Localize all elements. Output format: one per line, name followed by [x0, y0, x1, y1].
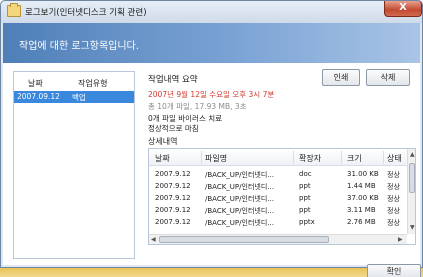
horizontal-scrollbar[interactable]: ◀ ▶: [149, 234, 407, 244]
cell-date: 2007.9.12: [155, 218, 191, 226]
cell-size: 31.00 KB: [347, 170, 379, 178]
footer-strip: [0, 268, 423, 277]
column-header-size[interactable]: 크기: [347, 153, 362, 164]
cell-size: 3.11 MB: [347, 206, 376, 214]
column-header-date[interactable]: 날짜: [28, 78, 43, 89]
cell-extension: ppt: [299, 182, 311, 190]
cell-date: 2007.9.12: [155, 194, 191, 202]
scroll-left-icon[interactable]: ◀: [151, 236, 156, 243]
column-header-filename[interactable]: 파일명: [205, 153, 227, 164]
column-header-job-type[interactable]: 작업유형: [78, 78, 107, 89]
cell-status: 정상: [387, 195, 400, 203]
cell-filename: /BACK_UP/인터넷디...: [205, 171, 274, 179]
summary-title: 작업내역 요약: [148, 75, 198, 85]
scroll-down-icon[interactable]: ▼: [410, 224, 415, 231]
table-row[interactable]: 2007.9.12 /BACK_UP/인터넷디... ppt 37.00 KB …: [149, 193, 407, 205]
cell-status: 정상: [387, 207, 400, 215]
cell-filename: /BACK_UP/인터넷디...: [205, 183, 274, 191]
column-divider[interactable]: [341, 151, 342, 164]
cell-status: 정상: [387, 171, 400, 179]
cell-extension: doc: [299, 170, 312, 178]
cell-filename: /BACK_UP/인터넷디...: [205, 195, 274, 203]
vertical-scrollbar[interactable]: ▲ ▼: [407, 149, 415, 234]
list-item-type: 백업: [72, 93, 86, 102]
table-row[interactable]: 2007.9.12 /BACK_UP/인터넷디... ppt 1.44 MB 정…: [149, 181, 407, 193]
table-row[interactable]: 2007.9.12 /BACK_UP/인터넷디... pptx 2.76 MB …: [149, 217, 407, 229]
column-divider[interactable]: [201, 151, 202, 164]
cell-date: 2007.9.12: [155, 182, 191, 190]
cell-extension: pptx: [299, 218, 315, 226]
cell-filename: /BACK_UP/인터넷디...: [205, 219, 274, 227]
cell-status: 정상: [387, 183, 400, 191]
scroll-up-icon[interactable]: ▲: [410, 151, 415, 158]
details-table: 날짜 파일명 확장자 크기 상태 2007.9.12 /BACK_UP/인터넷디…: [148, 148, 416, 245]
details-title: 상세내역: [148, 137, 178, 146]
column-divider[interactable]: [383, 151, 384, 164]
confirm-button[interactable]: 확인: [367, 264, 421, 277]
header-text: 작업에 대한 로그항목입니다.: [19, 41, 139, 52]
table-row[interactable]: 2007.9.12 /BACK_UP/인터넷디... ppt 3.11 MB 정…: [149, 205, 407, 217]
cell-date: 2007.9.12: [155, 170, 191, 178]
list-item-date: 2007.09.12: [17, 92, 60, 101]
cell-extension: ppt: [299, 194, 311, 202]
details-header-row: 날짜 파일명 확장자 크기 상태: [149, 149, 407, 166]
table-row[interactable]: 2007.9.12 /BACK_UP/인터넷디... doc 31.00 KB …: [149, 169, 407, 181]
vertical-scroll-thumb[interactable]: [409, 163, 415, 193]
summary-result: 정상적으로 마침: [148, 124, 199, 133]
summary-time: 2007년 9월 12일 수요일 오후 3시 7분: [148, 90, 275, 99]
job-list[interactable]: 날짜 작업유형 2007.09.12 백업: [13, 71, 135, 259]
cell-size: 2.76 MB: [347, 218, 376, 226]
list-item[interactable]: 2007.09.12 백업: [14, 91, 134, 103]
scroll-right-icon[interactable]: ▶: [398, 236, 403, 243]
cell-status: 정상: [387, 219, 400, 227]
column-header-date[interactable]: 날짜: [155, 153, 170, 164]
header-banner: 작업에 대한 로그항목입니다.: [3, 23, 420, 63]
cell-filename: /BACK_UP/인터넷디...: [205, 207, 274, 215]
horizontal-scroll-thumb[interactable]: [159, 236, 329, 243]
print-button[interactable]: 인쇄: [322, 69, 360, 86]
folder-icon: [7, 3, 21, 17]
cell-extension: ppt: [299, 206, 311, 214]
title-bar[interactable]: 로그보기(인터넷디스크 기획 관련) X: [1, 1, 422, 23]
job-list-header: 날짜 작업유형: [14, 72, 134, 88]
cell-date: 2007.9.12: [155, 206, 191, 214]
column-header-extension[interactable]: 확장자: [299, 153, 321, 164]
window-title: 로그보기(인터넷디스크 기획 관련): [25, 8, 147, 18]
column-header-status[interactable]: 상태: [387, 153, 402, 164]
cell-size: 1.44 MB: [347, 182, 376, 190]
log-viewer-window: 로그보기(인터넷디스크 기획 관련) X 작업에 대한 로그항목입니다. 날짜 …: [0, 0, 423, 268]
cell-size: 37.00 KB: [347, 194, 379, 202]
summary-stats: 총 10개 파일, 17.93 MB, 3초: [148, 102, 247, 111]
delete-button[interactable]: 삭제: [366, 69, 410, 86]
close-button[interactable]: X: [384, 1, 422, 17]
content-area: 날짜 작업유형 2007.09.12 백업 작업내역 요약 인쇄 삭제 2007…: [3, 63, 420, 265]
column-divider[interactable]: [293, 151, 294, 164]
